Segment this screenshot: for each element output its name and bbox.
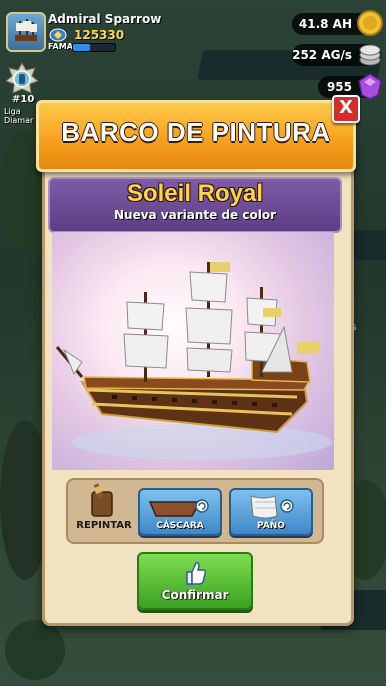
ship-illustration <box>55 262 332 460</box>
sail-option-label: PAÑO <box>257 521 285 531</box>
fame-progress-fill <box>73 44 90 51</box>
dialog-title: BARCO DE PINTURA <box>61 117 331 147</box>
close-button[interactable]: X <box>332 95 360 123</box>
gold-resource: 41.8 AH <box>292 10 383 36</box>
fame-laurel-icon <box>49 28 67 42</box>
rank-number: #10 <box>12 94 35 105</box>
gold-rate-value: 252 AG/s <box>292 48 352 62</box>
coin-stack-icon <box>359 44 381 66</box>
hull-icon <box>148 499 209 517</box>
confirm-label: Confirmar <box>161 588 229 602</box>
flag <box>210 262 230 272</box>
fame-label: FAMA <box>48 42 73 51</box>
purple-gem-icon <box>358 73 382 100</box>
gold-coin-icon <box>357 10 383 36</box>
gold-rate-resource: 252 AG/s <box>292 44 381 66</box>
fame-value: 125330 <box>74 28 125 42</box>
ship-avatar-icon <box>15 19 37 41</box>
sail-option-button[interactable]: PAÑO <box>229 488 313 536</box>
ship-preview <box>52 232 334 470</box>
hull-option-button[interactable]: CÁSCARA <box>138 488 222 536</box>
paint-bucket-icon <box>91 483 113 517</box>
player-avatar[interactable] <box>6 12 46 52</box>
top-bar: Admiral Sparrow 125330 FAMA #10 Liga Dia… <box>0 0 386 125</box>
sail-cloth-icon <box>250 495 294 519</box>
confirm-button[interactable]: Confirmar <box>137 552 253 610</box>
league-rank-badge-icon[interactable] <box>5 62 39 98</box>
rank-league: Liga Diamar <box>4 107 34 125</box>
ship-subtitle: Nueva variante de color <box>113 208 276 222</box>
close-icon: X <box>339 97 353 118</box>
gem-value: 955 <box>326 80 352 94</box>
thumbs-up-icon <box>186 562 207 585</box>
gold-value: 41.8 AH <box>298 17 352 31</box>
player-name: Admiral Sparrow <box>48 12 162 26</box>
repaint-label: REPINTAR <box>76 520 132 531</box>
ship-name: Soleil Royal <box>126 180 264 207</box>
fame-progress-bar <box>72 43 116 52</box>
hull-option-label: CÁSCARA <box>156 521 204 531</box>
